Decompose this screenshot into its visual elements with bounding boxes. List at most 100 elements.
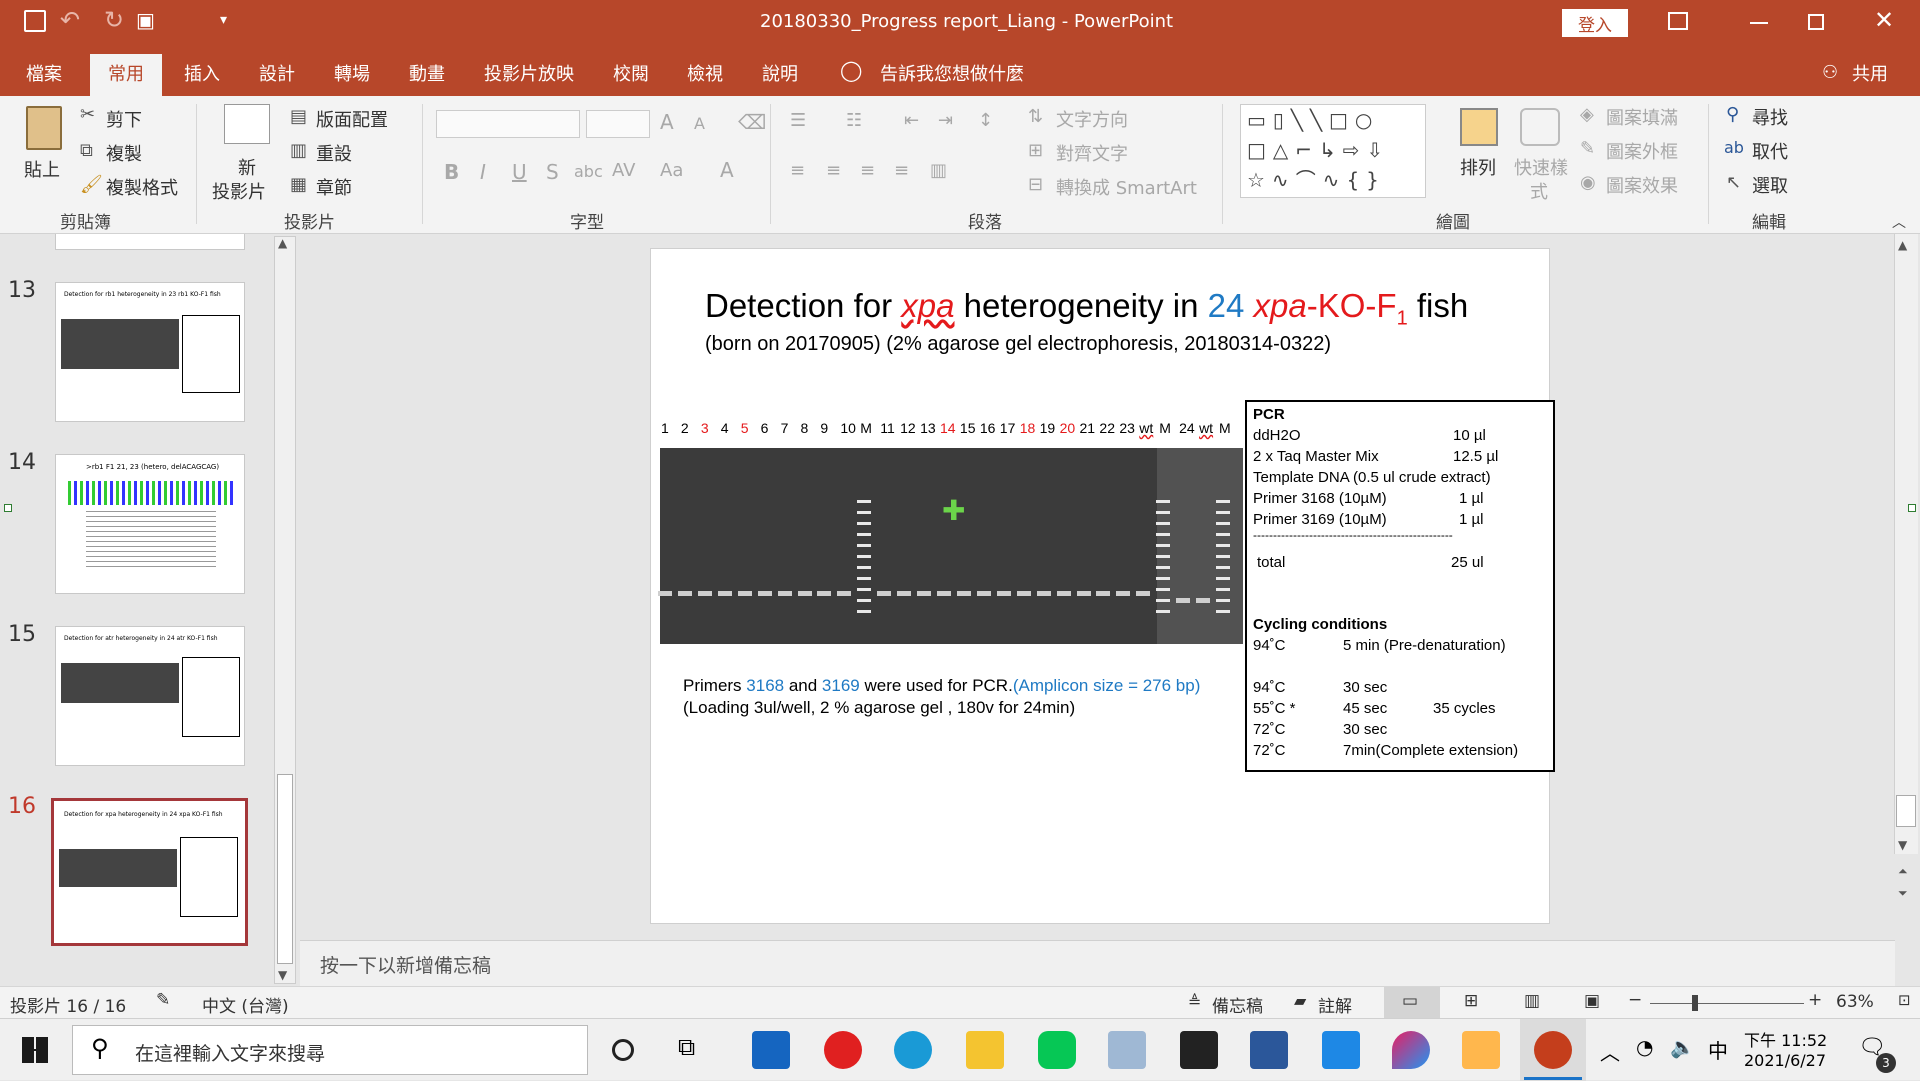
underline-icon[interactable]: U — [512, 160, 527, 184]
paint-icon[interactable] — [1392, 1031, 1430, 1069]
opera-icon[interactable] — [824, 1031, 862, 1069]
tell-me-search[interactable]: 告訴我您想做什麼 — [880, 60, 1024, 86]
ribbon-display-options-icon[interactable] — [1668, 12, 1688, 30]
clear-format-icon[interactable]: ⌫ — [738, 110, 766, 134]
new-slide-label-2[interactable]: 投影片 — [212, 178, 266, 204]
notes-button[interactable]: 備忘稿 — [1212, 992, 1263, 1017]
select-button[interactable]: 選取 — [1752, 172, 1788, 198]
decrease-indent-icon[interactable]: ⇤ — [904, 110, 919, 131]
reading-view-icon[interactable]: ▥ — [1524, 991, 1540, 1011]
tab-home[interactable]: 常用 — [90, 54, 162, 96]
text-direction-button[interactable]: 文字方向 — [1056, 106, 1128, 132]
quick-styles-label-1[interactable]: 快速樣 — [1514, 154, 1568, 180]
reset-button[interactable]: 重設 — [316, 140, 352, 166]
save-icon[interactable] — [24, 10, 46, 32]
tab-animations[interactable]: 動畫 — [409, 60, 445, 86]
layout-button[interactable]: 版面配置 — [316, 106, 388, 132]
zoom-in-icon[interactable]: + — [1808, 990, 1822, 1010]
scroll-down-icon[interactable]: ▼ — [278, 968, 287, 982]
fit-slide-icon[interactable]: ⊡ — [1898, 991, 1911, 1009]
word-icon[interactable] — [1250, 1031, 1288, 1069]
volume-icon[interactable]: 🔈 — [1670, 1035, 1695, 1059]
justify-icon[interactable]: ≡ — [894, 160, 909, 181]
slide-subtitle[interactable]: (born on 20170905) (2% agarose gel elect… — [705, 333, 1331, 356]
font-color-icon[interactable]: A — [720, 158, 734, 182]
undo-icon[interactable]: ↶ — [60, 6, 80, 34]
slide-thumbnail-14[interactable]: >rb1 F1 21, 23 (hetero, delACAGCAG) — [55, 454, 245, 594]
previous-slide-icon[interactable]: ⏶ — [1898, 864, 1908, 879]
edit-vertical-scrollbar[interactable] — [1894, 234, 1918, 854]
copy-button[interactable]: 複製 — [106, 140, 142, 166]
slide-thumbnail-16[interactable]: Detection for xpa heterogeneity in 24 xp… — [51, 798, 248, 946]
font-name-select[interactable] — [436, 110, 580, 138]
notes-placeholder[interactable]: 按一下以新增備忘稿 — [320, 951, 491, 978]
shape-outline-button[interactable]: 圖案外框 — [1606, 138, 1678, 164]
slide-thumbnail-13[interactable]: Detection for rb1 heterogeneity in 23 rb… — [55, 282, 245, 422]
zoom-out-icon[interactable]: − — [1628, 990, 1642, 1010]
7zip-icon[interactable] — [1180, 1031, 1218, 1069]
bold-icon[interactable]: B — [444, 160, 459, 184]
italic-icon[interactable]: I — [480, 160, 486, 184]
login-button[interactable]: 登入 — [1562, 9, 1628, 37]
minimize-icon[interactable] — [1750, 22, 1768, 24]
increase-font-icon[interactable]: A — [660, 110, 674, 134]
customize-qat-icon[interactable]: ▾ — [220, 12, 227, 28]
zoom-slider-thumb[interactable] — [1692, 995, 1698, 1011]
mail-icon[interactable] — [752, 1031, 790, 1069]
scroll-up-icon[interactable]: ▲ — [1898, 238, 1907, 252]
redo-icon[interactable]: ↻ — [104, 6, 124, 34]
system-monitor-icon[interactable] — [1108, 1031, 1146, 1069]
tab-insert[interactable]: 插入 — [184, 60, 220, 86]
tab-help[interactable]: 說明 — [762, 60, 798, 86]
shapes-gallery[interactable]: ▭▯╲╲□○ □△⌐↳⇨⇩ ☆∿⌒∿{} — [1240, 104, 1426, 198]
pcr-conditions-box[interactable]: PCR ddH2O 10 µl 2 x Taq Master Mix 12.5 … — [1245, 400, 1555, 772]
present-from-start-icon[interactable]: ▣ — [136, 8, 155, 32]
gel-image[interactable]: ✚ — [658, 448, 1243, 644]
cortana-icon[interactable] — [612, 1039, 634, 1061]
shape-fill-button[interactable]: 圖案填滿 — [1606, 104, 1678, 130]
zoom-level[interactable]: 63% — [1836, 992, 1874, 1012]
task-view-icon[interactable]: ⧉ — [678, 1033, 695, 1061]
primer-description[interactable]: Primers 3168 and 3169 were used for PCR.… — [683, 676, 1200, 696]
columns-icon[interactable]: ▥ — [930, 160, 947, 181]
zoom-slider[interactable] — [1650, 1003, 1804, 1004]
lightbulb-icon[interactable]: ◯ — [840, 58, 862, 82]
file-explorer-icon[interactable] — [966, 1031, 1004, 1069]
paste-icon[interactable] — [26, 106, 62, 150]
smartart-button[interactable]: 轉換成 SmartArt — [1056, 174, 1197, 200]
comments-icon[interactable]: ▰ — [1294, 991, 1306, 1010]
loading-conditions[interactable]: (Loading 3ul/well, 2 % agarose gel , 180… — [683, 698, 1075, 718]
line-icon[interactable] — [1038, 1031, 1076, 1069]
strikethrough-icon[interactable]: abc — [574, 162, 603, 181]
spellcheck-icon[interactable]: ✎ — [156, 990, 170, 1010]
align-text-button[interactable]: 對齊文字 — [1056, 140, 1128, 166]
quick-styles-label-2[interactable]: 式 — [1530, 178, 1548, 204]
photos-icon[interactable] — [1322, 1031, 1360, 1069]
show-hidden-icons-icon[interactable]: ︿ — [1600, 1037, 1620, 1066]
tab-review[interactable]: 校閱 — [613, 60, 649, 86]
share-icon[interactable]: ⚇ — [1822, 62, 1838, 83]
scroll-up-icon[interactable]: ▲ — [278, 236, 287, 250]
new-slide-label-1[interactable]: 新 — [238, 154, 256, 180]
resize-handle[interactable] — [1908, 504, 1916, 512]
paste-button[interactable]: 貼上 — [24, 156, 60, 182]
slide-thumbnail-15[interactable]: Detection for atr heterogeneity in 24 at… — [55, 626, 245, 766]
taskbar-search-box[interactable]: ⚲ 在這裡輸入文字來搜尋 — [72, 1025, 588, 1075]
section-button[interactable]: 章節 — [316, 174, 352, 200]
font-size-select[interactable] — [586, 110, 650, 138]
notes-icon[interactable]: ≜ — [1188, 992, 1201, 1011]
next-slide-icon[interactable]: ⏷ — [1898, 886, 1908, 901]
presentation-app-icon[interactable] — [1462, 1031, 1500, 1069]
align-center-icon[interactable]: ≡ — [826, 160, 841, 181]
resize-handle[interactable] — [4, 504, 12, 512]
comments-button[interactable]: 註解 — [1318, 992, 1352, 1017]
arrange-button[interactable]: 排列 — [1460, 154, 1496, 180]
notes-pane[interactable]: 按一下以新增備忘稿 — [300, 940, 1895, 986]
edge-icon[interactable] — [894, 1031, 932, 1069]
language-indicator[interactable]: 中文 (台灣) — [202, 992, 289, 1017]
align-right-icon[interactable]: ≡ — [860, 160, 875, 181]
clock-time[interactable]: 下午 11:52 — [1744, 1027, 1827, 1051]
thumbnail-scroll-thumb[interactable] — [277, 774, 293, 964]
clock-date[interactable]: 2021/6/27 — [1744, 1051, 1826, 1070]
char-spacing-icon[interactable]: AV — [612, 160, 635, 181]
